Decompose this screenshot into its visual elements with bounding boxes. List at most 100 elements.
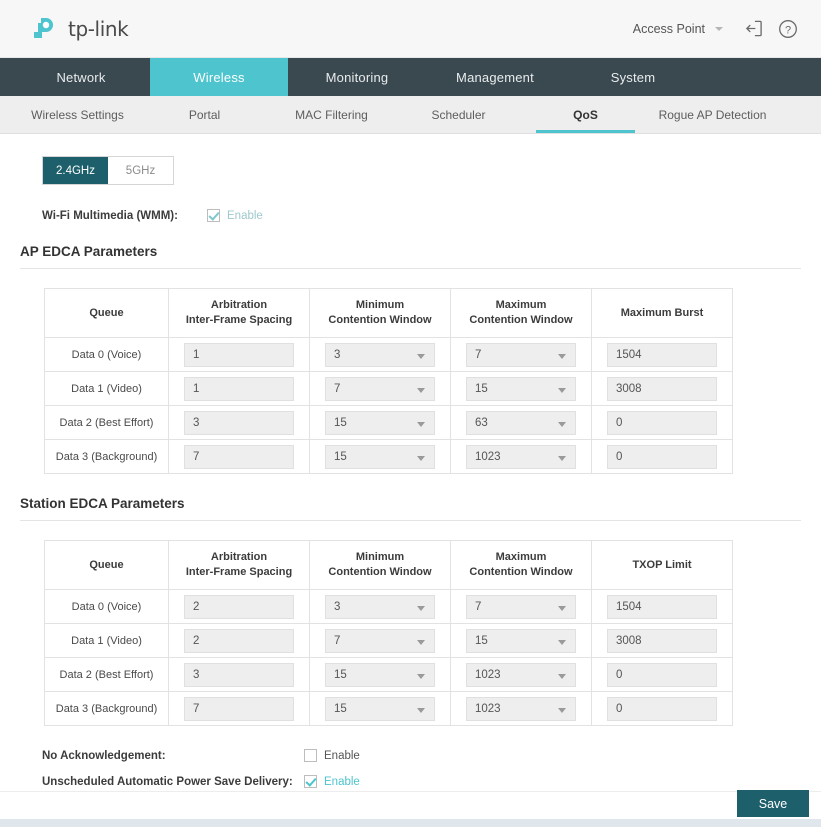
header-line: Arbitration [210, 299, 268, 312]
chevron-down-icon [558, 387, 566, 393]
select-value: 15 [334, 450, 347, 463]
app-header: tp-link Access Point ? [0, 0, 821, 58]
save-button-label: Save [758, 796, 788, 811]
help-button[interactable]: ? [777, 18, 799, 40]
ap-aifs-input[interactable]: 1 [184, 342, 294, 367]
select-value: 15 [475, 382, 488, 395]
chevron-down-icon [558, 455, 566, 461]
station-cwmin-select[interactable]: 7 [325, 628, 435, 653]
station-aifs-input[interactable]: 2 [184, 594, 294, 619]
select-value: 15 [475, 634, 488, 647]
ap-cwmax-select[interactable]: 1023 [466, 444, 576, 469]
cell-cwmax: 63 [450, 405, 592, 440]
cell-cwmin: 15 [309, 405, 451, 440]
subnav-item-qos[interactable]: QoS [522, 96, 649, 133]
wmm-enable-checkbox[interactable]: Enable [207, 209, 263, 222]
cell-aifs: 2 [168, 589, 310, 624]
ap-cwmin-select[interactable]: 3 [325, 342, 435, 367]
station-aifs-input[interactable]: 7 [184, 696, 294, 721]
chevron-down-icon [417, 387, 425, 393]
subnav-label: Rogue AP Detection [658, 107, 767, 122]
nav-item-wireless[interactable]: Wireless [150, 58, 288, 96]
header-line: Queue [89, 306, 124, 319]
cell-txop: 0 [591, 691, 733, 726]
station-cwmax-select[interactable]: 1023 [466, 662, 576, 687]
cell-cwmax: 7 [450, 337, 592, 372]
cell-queue: Data 2 (Best Effort) [44, 405, 169, 440]
uapsd-checkbox[interactable]: Enable [304, 775, 360, 788]
help-circle-icon: ? [779, 19, 797, 38]
ap-cwmax-select[interactable]: 15 [466, 376, 576, 401]
band-option-5ghz[interactable]: 5GHz [108, 157, 173, 184]
subnav-item-rogue-ap-detection[interactable]: Rogue AP Detection [649, 96, 776, 133]
band-option-24ghz[interactable]: 2.4GHz [43, 157, 108, 184]
station-txop-input[interactable]: 3008 [607, 628, 717, 653]
ap-cwmin-select[interactable]: 7 [325, 376, 435, 401]
cell-queue: Data 3 (Background) [44, 439, 169, 474]
subnav-item-wireless-settings[interactable]: Wireless Settings [14, 96, 141, 133]
nav-label: Wireless [193, 69, 245, 85]
header-line: Contention Window [328, 566, 432, 578]
save-button[interactable]: Save [737, 790, 809, 817]
header-line: Minimum [355, 299, 405, 312]
ap-burst-input[interactable]: 1504 [607, 342, 717, 367]
station-cwmin-select[interactable]: 15 [325, 662, 435, 687]
ap-aifs-input[interactable]: 1 [184, 376, 294, 401]
no-acknowledgement-label: No Acknowledgement: [42, 749, 166, 762]
station-txop-input[interactable]: 0 [607, 696, 717, 721]
select-value: 15 [334, 702, 347, 715]
subnav-item-portal[interactable]: Portal [141, 96, 268, 133]
header-line: Inter-Frame Spacing [185, 566, 293, 578]
header-line: Maximum [495, 551, 547, 564]
station-edca-table: Queue Arbitration Inter-Frame Spacing Mi… [44, 540, 733, 726]
nav-item-monitoring[interactable]: Monitoring [288, 58, 426, 96]
ap-cwmin-select[interactable]: 15 [325, 444, 435, 469]
subnav-item-mac-filtering[interactable]: MAC Filtering [268, 96, 395, 133]
column-header-cwmax: Maximum Contention Window [450, 288, 592, 338]
station-aifs-input[interactable]: 3 [184, 662, 294, 687]
chevron-down-icon [417, 455, 425, 461]
ap-cwmax-select[interactable]: 63 [466, 410, 576, 435]
nav-item-management[interactable]: Management [426, 58, 564, 96]
station-cwmax-select[interactable]: 7 [466, 594, 576, 619]
nav-item-system[interactable]: System [564, 58, 702, 96]
logout-button[interactable] [742, 18, 764, 40]
cell-queue: Data 2 (Best Effort) [44, 657, 169, 692]
ap-burst-input[interactable]: 0 [607, 410, 717, 435]
ap-cwmax-select[interactable]: 7 [466, 342, 576, 367]
subnav-label: Wireless Settings [31, 107, 124, 122]
select-value: 1023 [475, 668, 501, 681]
cell-cwmin: 15 [309, 691, 451, 726]
logout-icon [745, 20, 762, 37]
band-toggle: 2.4GHz 5GHz [42, 156, 174, 185]
station-aifs-input[interactable]: 2 [184, 628, 294, 653]
table-header-row: Queue Arbitration Inter-Frame Spacing Mi… [44, 540, 733, 590]
cell-cwmin: 3 [309, 589, 451, 624]
nav-label: Management [456, 69, 534, 85]
ap-aifs-input[interactable]: 7 [184, 444, 294, 469]
select-value: 7 [475, 348, 482, 361]
band-label: 5GHz [125, 164, 156, 177]
column-header-aifs: Arbitration Inter-Frame Spacing [168, 540, 310, 590]
nav-item-network[interactable]: Network [12, 58, 150, 96]
station-cwmax-select[interactable]: 15 [466, 628, 576, 653]
uapsd-label: Unscheduled Automatic Power Save Deliver… [42, 775, 293, 788]
station-cwmin-select[interactable]: 15 [325, 696, 435, 721]
station-txop-input[interactable]: 1504 [607, 594, 717, 619]
ap-burst-input[interactable]: 0 [607, 444, 717, 469]
mode-dropdown[interactable]: Access Point [627, 18, 729, 40]
ap-cwmin-select[interactable]: 15 [325, 410, 435, 435]
no-acknowledgement-checkbox[interactable]: Enable [304, 749, 360, 762]
station-cwmax-select[interactable]: 1023 [466, 696, 576, 721]
station-txop-input[interactable]: 0 [607, 662, 717, 687]
ap-edca-table: Queue Arbitration Inter-Frame Spacing Mi… [44, 288, 733, 474]
header-line: Maximum Burst [620, 306, 704, 319]
select-value: 7 [475, 600, 482, 613]
ap-burst-input[interactable]: 3008 [607, 376, 717, 401]
wmm-enable-label: Enable [227, 209, 263, 222]
select-value: 15 [334, 416, 347, 429]
chevron-down-icon [417, 639, 425, 645]
station-cwmin-select[interactable]: 3 [325, 594, 435, 619]
subnav-item-scheduler[interactable]: Scheduler [395, 96, 522, 133]
ap-aifs-input[interactable]: 3 [184, 410, 294, 435]
